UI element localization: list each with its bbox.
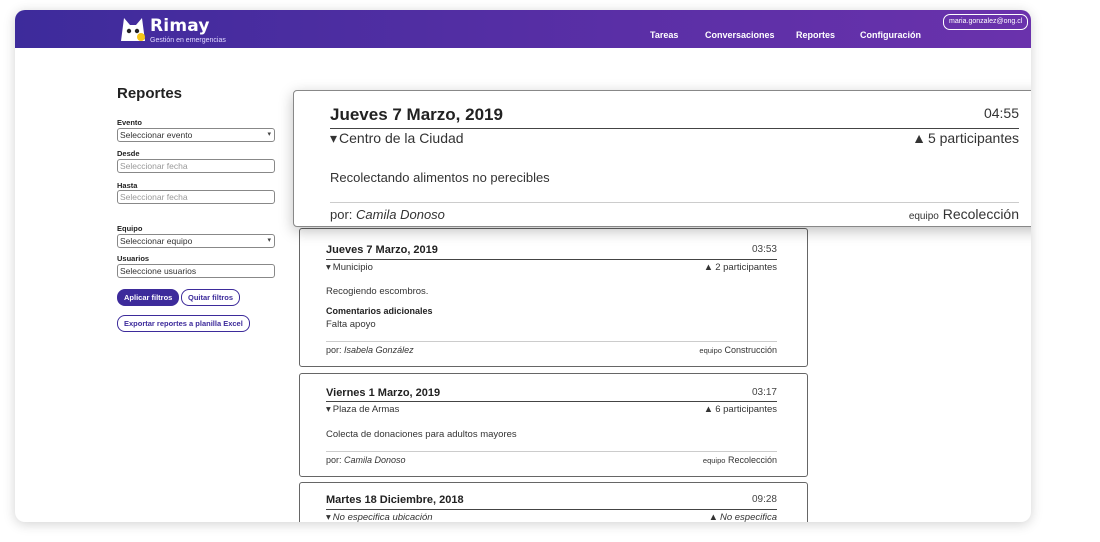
report-team: equipo Recolección (702, 455, 777, 465)
report-location: ▾ Plaza de Armas (326, 404, 400, 415)
popup-participants: ▲ 5 participantes (912, 130, 1019, 146)
divider (326, 401, 777, 402)
report-author: por: Camila Donoso (326, 455, 406, 465)
evento-select-value: Seleccionar evento (120, 130, 193, 140)
popup-time: 04:55 (983, 105, 1019, 121)
report-time: 03:53 (751, 244, 777, 255)
report-time: 03:17 (751, 387, 777, 398)
nav-configuracion[interactable]: Configuración (860, 30, 921, 40)
report-participants: ▲ 6 participantes (703, 404, 777, 415)
apply-filters-button[interactable]: Aplicar filtros (117, 289, 180, 306)
equipo-label: Equipo (117, 224, 143, 233)
evento-select[interactable]: Seleccionar evento ▾ (117, 128, 275, 142)
cat-logo-icon (121, 18, 145, 41)
export-excel-button[interactable]: Exportar reportes a planilla Excel (117, 315, 250, 332)
divider (326, 451, 777, 452)
report-location: ▾ No especifica ubicación (326, 512, 433, 522)
report-card[interactable]: Martes 18 Diciembre, 2018 09:28 ▾ No espe… (299, 482, 808, 522)
equipo-select-value: Seleccionar equipo (120, 236, 193, 246)
report-comments: Falta apoyo (326, 319, 376, 330)
report-author: por: Isabela González (326, 345, 414, 355)
top-navbar: Rimay Gestión en emergencias Tareas Conv… (15, 10, 1031, 48)
divider (330, 202, 1019, 203)
map-pin-icon: ▾ (326, 404, 331, 415)
desde-date-input[interactable]: Seleccionar fecha (117, 159, 275, 173)
divider (326, 341, 777, 342)
report-time: 09:28 (751, 494, 777, 505)
report-comments-label: Comentarios adicionales (326, 306, 433, 316)
popup-author: por: Camila Donoso (330, 207, 445, 222)
nav-reportes[interactable]: Reportes (796, 30, 835, 40)
report-description: Colecta de donaciones para adultos mayor… (326, 429, 517, 440)
hasta-date-input[interactable]: Seleccionar fecha (117, 190, 275, 204)
map-pin-icon: ▾ (326, 512, 331, 522)
app-window: Rimay Gestión en emergencias Tareas Conv… (15, 10, 1031, 522)
dropdown-caret-icon: ▾ (267, 237, 271, 244)
hasta-label: Hasta (117, 181, 138, 190)
user-account-button[interactable]: maria.gonzalez@ong.cl (943, 14, 1029, 30)
clear-filters-button[interactable]: Quitar filtros (181, 289, 241, 306)
popup-team: equipo Recolección (908, 206, 1019, 222)
report-description: Recogiendo escombros. (326, 286, 429, 297)
map-pin-icon: ▾ (326, 262, 331, 273)
map-pin-icon: ▾ (330, 130, 338, 146)
dropdown-caret-icon: ▾ (267, 131, 271, 138)
user-icon: ▲ (912, 130, 926, 146)
usuarios-select[interactable]: Seleccione usuarios (117, 264, 275, 278)
app-subtitle: Gestión en emergencias (150, 37, 226, 44)
app-name[interactable]: Rimay (150, 16, 210, 36)
report-participants: ▲ No especifica (708, 512, 777, 522)
divider (326, 509, 777, 510)
user-icon: ▲ (703, 404, 714, 415)
report-date: Martes 18 Diciembre, 2018 (326, 494, 464, 506)
popup-date: Jueves 7 Marzo, 2019 (330, 105, 503, 124)
desde-label: Desde (117, 149, 140, 158)
divider (326, 259, 777, 260)
nav-tareas[interactable]: Tareas (650, 30, 678, 40)
nav-conversaciones[interactable]: Conversaciones (705, 30, 775, 40)
report-date: Viernes 1 Marzo, 2019 (326, 387, 441, 399)
report-team: equipo Construcción (699, 345, 777, 355)
user-icon: ▲ (703, 262, 714, 273)
user-icon: ▲ (708, 512, 718, 522)
popup-description: Recolectando alimentos no perecibles (330, 170, 550, 185)
report-detail-popup[interactable]: Jueves 7 Marzo, 2019 04:55 ▾ Centro de la… (293, 90, 1031, 227)
report-date: Jueves 7 Marzo, 2019 (326, 244, 438, 256)
equipo-select[interactable]: Seleccionar equipo ▾ (117, 234, 275, 248)
filters-title: Reportes (117, 85, 183, 102)
evento-label: Evento (117, 118, 143, 127)
report-card[interactable]: Viernes 1 Marzo, 2019 03:17 ▾ Plaza de Ar… (299, 373, 808, 477)
popup-location: ▾ Centro de la Ciudad (330, 130, 464, 146)
report-card[interactable]: Jueves 7 Marzo, 2019 03:53 ▾ Municipio ▲ 2… (299, 228, 808, 367)
usuarios-label: Usuarios (117, 254, 150, 263)
divider (330, 128, 1019, 129)
report-participants: ▲ 2 participantes (703, 262, 777, 273)
report-location: ▾ Municipio (326, 262, 373, 273)
